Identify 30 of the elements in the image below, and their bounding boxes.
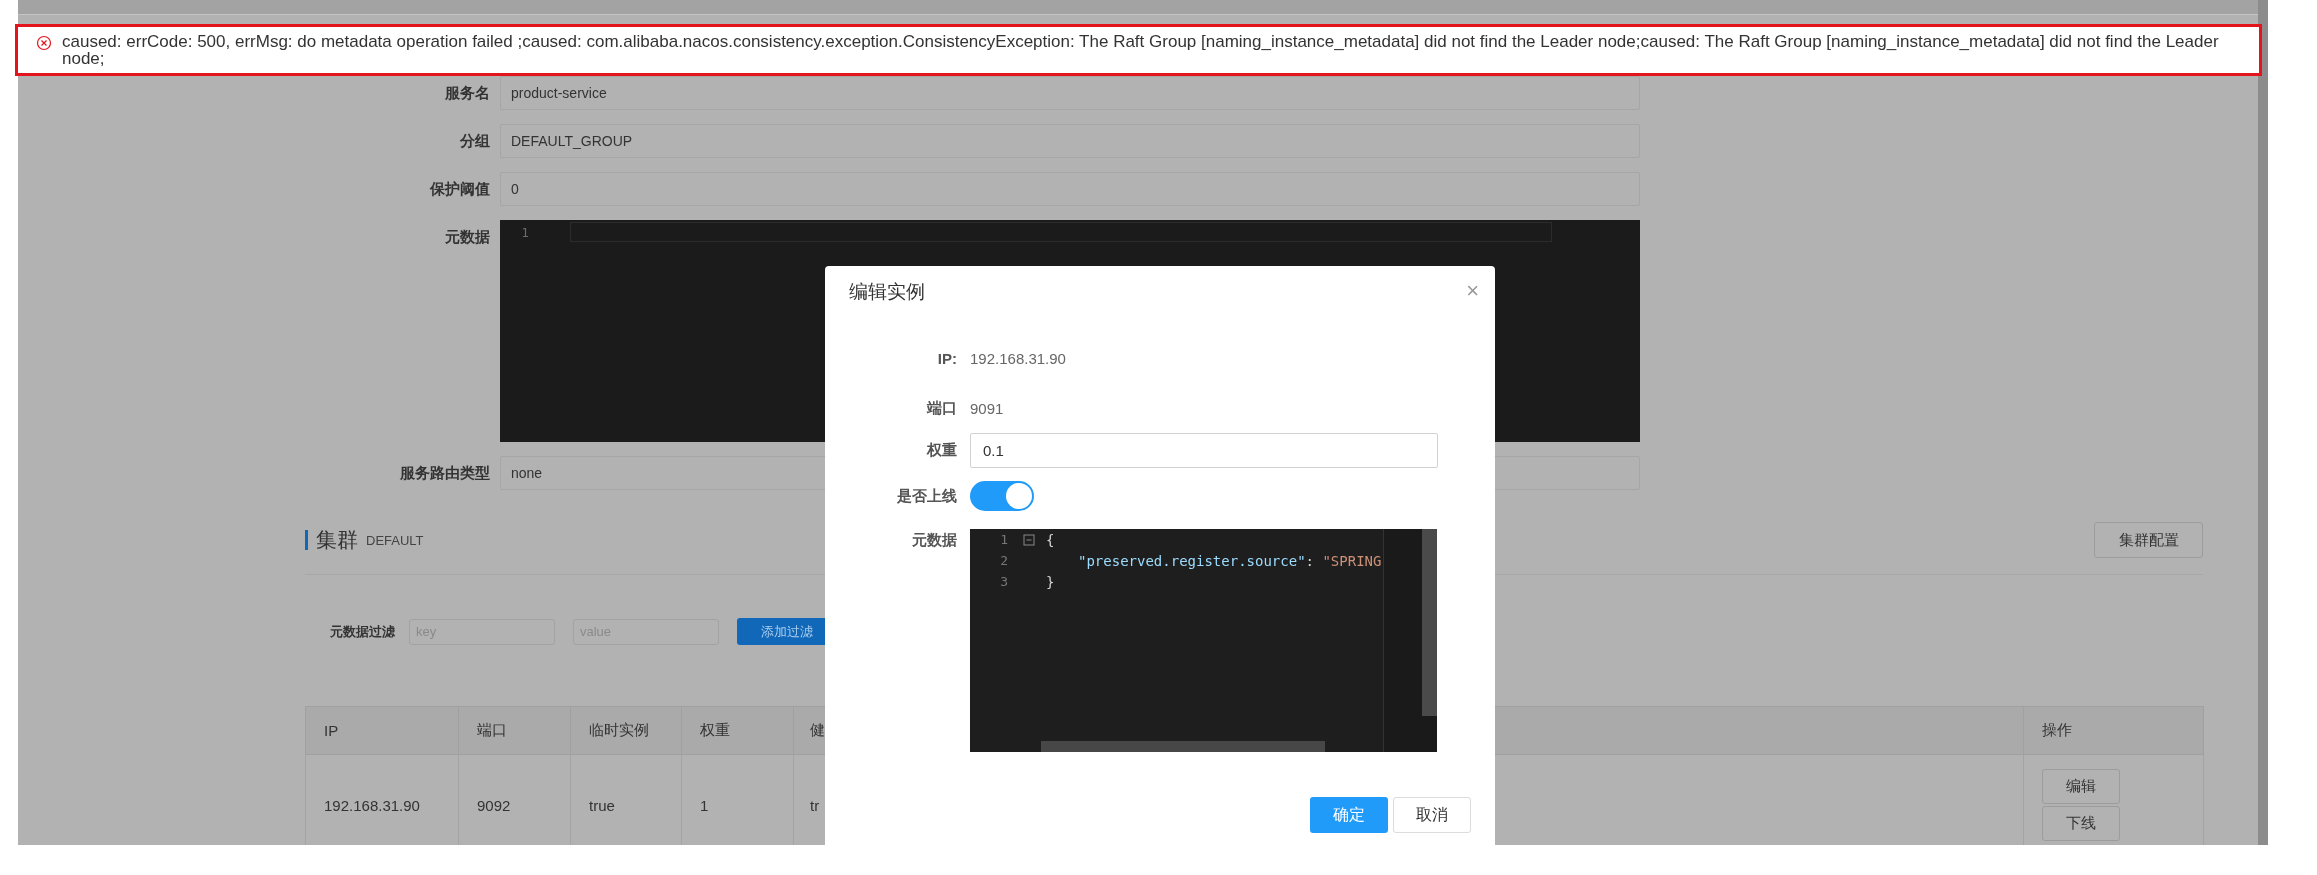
table-cell: 192.168.31.90 [305, 754, 459, 845]
field-label: 权重 [925, 441, 957, 460]
error-message: caused: errCode: 500, errMsg: do metadata operation failed ;caused: com.alibaba.nacos.consistency.exception.ConsistencyException: The Raft Group [naming_instance_metadata] did not find the Leader node;caused: The Raft Group [naming_instance_metadata] did not find the Leader node; [62, 33, 2220, 69]
field-label: 元数据 [444, 227, 490, 247]
code-line: } [1046, 573, 1055, 590]
cluster-name: DEFAULT [366, 532, 424, 548]
dialog-title: 编辑实例 [849, 280, 925, 304]
line-number: 2 [999, 553, 1008, 568]
section-title: 集群 [316, 527, 358, 553]
field-label: 是否上线 [896, 486, 957, 506]
line-number: 1 [520, 226, 530, 240]
field-value: 192.168.31.90 [970, 349, 1066, 367]
column-header: 权重 [681, 706, 794, 755]
column-header: 临时实例 [570, 706, 682, 755]
field-label: 元数据 [911, 531, 957, 550]
column-header: 端口 [458, 706, 571, 755]
field-label: IP: [936, 349, 957, 367]
code-line: "preserved.register.source": "SPRING [1078, 552, 1382, 569]
field-label: 分组 [459, 131, 490, 151]
code-line: { [1046, 531, 1055, 548]
line-number: 1 [999, 532, 1008, 547]
field-label: 服务路由类型 [399, 463, 490, 483]
column-header: 操作 [2023, 706, 2204, 755]
field-label: 保护阈值 [428, 179, 490, 199]
field-label: 服务名 [444, 83, 490, 103]
line-number: 3 [999, 574, 1008, 589]
filter-label: 元数据过滤 [330, 622, 395, 641]
field-label: 端口 [925, 398, 957, 418]
column-header: IP [305, 706, 459, 755]
field-value: 9091 [970, 399, 1004, 417]
